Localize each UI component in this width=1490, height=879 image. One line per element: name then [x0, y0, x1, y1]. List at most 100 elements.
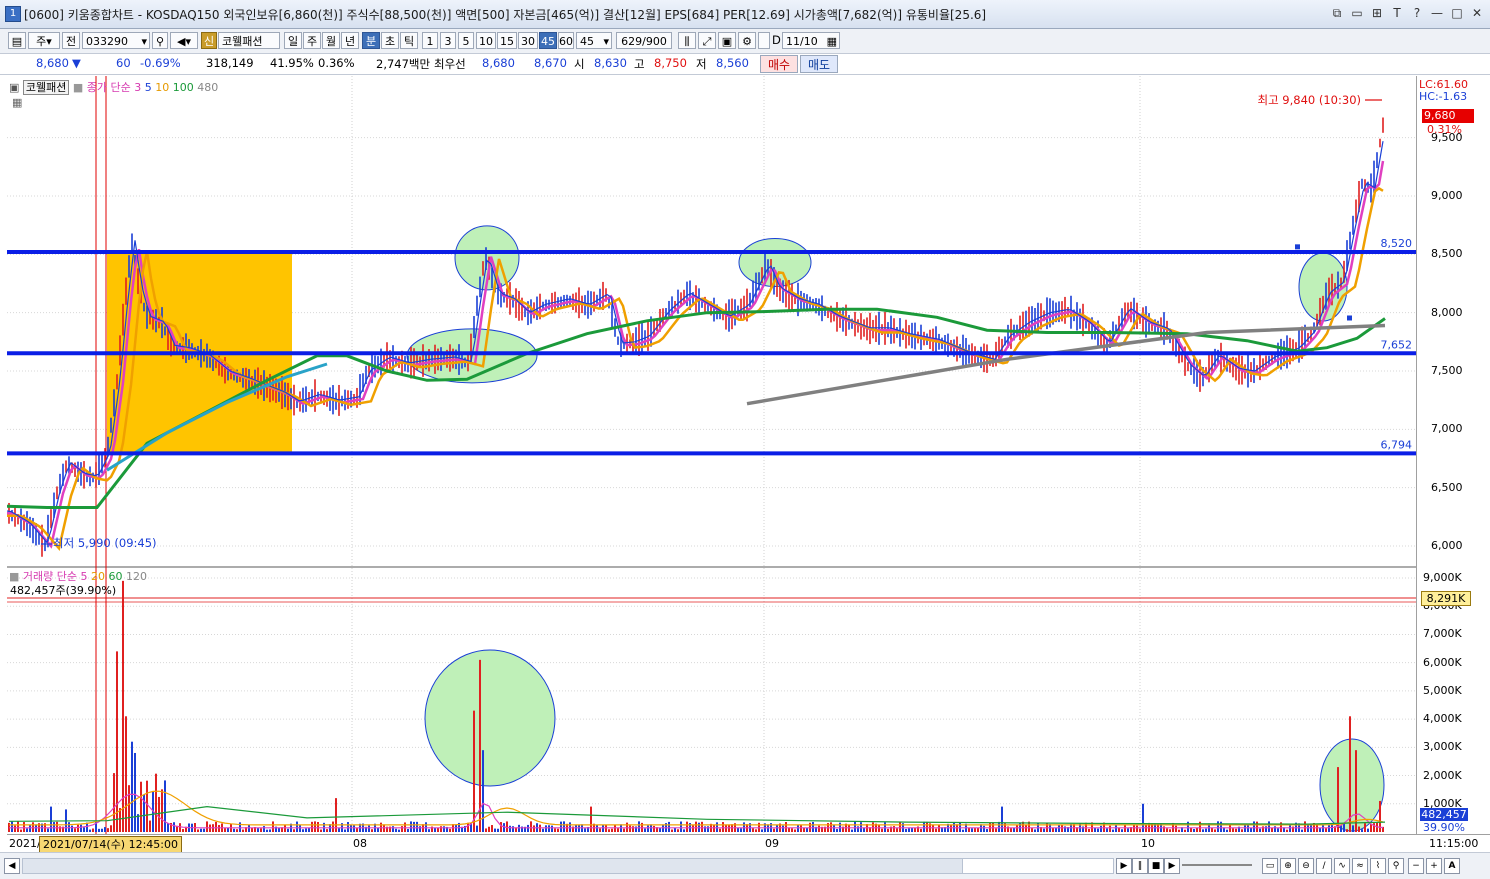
sell-button[interactable]: 매도 — [800, 55, 838, 73]
tab-month[interactable]: 월 — [322, 32, 340, 49]
bar-count-field[interactable]: 629/900 — [616, 32, 672, 49]
stock-tag[interactable]: 코웰패션 — [22, 80, 70, 95]
stock-name-field[interactable]: 코웰패션 — [218, 32, 280, 49]
price-tick-label: 6,500 — [1431, 480, 1463, 494]
wave-icon[interactable]: ≈ — [1352, 858, 1368, 874]
close-button[interactable]: ✕ — [1470, 5, 1484, 21]
interval-5[interactable]: 5 — [458, 32, 474, 49]
turnover-rate: 0.36% — [318, 56, 355, 70]
buy-button[interactable]: 매수 — [760, 55, 798, 73]
volume-ref-tag: 8,291K — [1421, 591, 1471, 606]
draw-line-icon[interactable]: ∕ — [1316, 858, 1332, 874]
ma-period-5: 5 — [144, 81, 152, 94]
chart-canvas[interactable]: 8,520 7,652 6,794 최고 9,840 (10:30) 최저 5,990 … — [7, 76, 1416, 834]
curve-icon[interactable]: ∿ — [1334, 858, 1350, 874]
speed-slider[interactable] — [1182, 864, 1252, 866]
scroll-left-icon[interactable]: ◀ — [4, 858, 20, 874]
period-select[interactable]: 주▾ — [28, 32, 60, 49]
tab-minute[interactable]: 분 — [362, 32, 380, 49]
settings-gear-icon[interactable]: ⚙ — [738, 32, 756, 49]
interval-15[interactable]: 15 — [497, 32, 517, 49]
tab-day[interactable]: 일 — [284, 32, 302, 49]
font-icon[interactable]: A — [1444, 858, 1460, 874]
interval-30[interactable]: 30 — [518, 32, 538, 49]
volume-current-pct-tag: 39.90% — [1423, 821, 1465, 834]
month-label-08: 08 — [353, 837, 367, 850]
layout-icon[interactable]: ▤ — [8, 32, 26, 49]
highlight-ellipse — [1319, 738, 1385, 832]
zoom-in-icon[interactable]: ⊕ — [1280, 858, 1296, 874]
scroll-track[interactable] — [22, 858, 964, 874]
volume-tick-label: 7,000K — [1423, 627, 1462, 641]
magnifier-icon[interactable]: ⚲ — [1388, 858, 1404, 874]
window-controls: ⧉ ▭ ⊞ T ? — □ ✕ — [1330, 5, 1484, 21]
search-icon[interactable]: ⚲ — [152, 32, 168, 49]
best-ask: 8,680 — [482, 56, 515, 70]
minimize-button[interactable]: — — [1430, 5, 1444, 21]
ma-period-3: 3 — [134, 81, 142, 94]
tab-year[interactable]: 년 — [341, 32, 359, 49]
interval-45[interactable]: 45 — [539, 32, 557, 49]
chart-scrollbar[interactable]: ◀ ▶ ‖ ■ ▶ ▭ ⊕ ⊖ ∕ ∿ ≈ ⌇ ⚲ − + A — [0, 852, 1490, 879]
tab-tick[interactable]: 틱 — [400, 32, 418, 49]
prev-button[interactable]: 전 — [62, 32, 80, 49]
scroll-thumb[interactable] — [962, 858, 1114, 874]
grid-icon[interactable]: ⊞ — [1370, 5, 1384, 21]
ma-period-100: 100 — [172, 81, 194, 94]
maximize-button[interactable]: □ — [1450, 5, 1464, 21]
window-index-icon: 1 — [5, 6, 21, 22]
font-larger-icon[interactable]: + — [1426, 858, 1442, 874]
date-field[interactable]: 11/10 ▦ — [782, 32, 840, 49]
tab-second[interactable]: 초 — [381, 32, 399, 49]
stop-icon[interactable]: ■ — [1148, 858, 1164, 874]
trade-amount: 2,747백만 — [376, 57, 431, 71]
zoom-out-icon[interactable]: ⊖ — [1298, 858, 1314, 874]
interval-select[interactable]: 45 ▾ — [576, 32, 612, 49]
volume-current-label: 482,457주(39.90%) — [10, 584, 117, 597]
chart-toolbar: ▤ 주▾ 전 033290 ▾ ⚲ ◀▾ 신 코웰패션 일 주 월 년 분 초 틱… — [0, 29, 1490, 54]
month-label-10: 10 — [1141, 837, 1155, 850]
axis-time-label: 11:15:00 — [1429, 837, 1479, 850]
low-annotation: 최저 5,990 (09:45) — [53, 536, 157, 550]
trend-tool-icon[interactable]: ⤢ — [698, 32, 716, 49]
interval-10[interactable]: 10 — [476, 32, 496, 49]
audio-icon[interactable]: ◀▾ — [170, 32, 198, 49]
candle-icon[interactable]: ⫼ — [678, 32, 696, 49]
current-price-tag: 9,680 — [1422, 109, 1474, 123]
window-title: [0600] 키움종합차트 - KOSDAQ150 외국인보유[6,860(천)… — [24, 8, 987, 22]
help-icon[interactable]: ? — [1410, 5, 1424, 21]
price-axis-panel: LC:61.60 HC:-1.63 9,680 0.31% 9,500 9,000… — [1416, 76, 1490, 834]
quote-bar: 8,680 ▼ 60 -0.69% 318,149 41.95% 0.36% 2… — [0, 54, 1490, 75]
interval-3[interactable]: 3 — [440, 32, 456, 49]
price-tick-label: 7,000 — [1431, 422, 1463, 436]
interval-1[interactable]: 1 — [422, 32, 438, 49]
volume-value: 318,149 — [206, 56, 254, 70]
zoom-reset-icon[interactable]: ▭ — [1262, 858, 1278, 874]
ma-legend-label: 종가 단순 — [86, 81, 131, 94]
date-checkbox[interactable] — [758, 32, 770, 49]
interval-60[interactable]: 60 — [558, 32, 574, 49]
date-axis: 2021/ 2021/07/14(수) 12:45:00 08 09 10 11… — [7, 834, 1490, 853]
collapse-icon[interactable]: ▣ — [9, 81, 19, 94]
low-price: 8,560 — [716, 56, 749, 70]
font-smaller-icon[interactable]: − — [1408, 858, 1424, 874]
step-icon[interactable]: ▶ — [1164, 858, 1180, 874]
volume-current-tag: 482,457 — [1420, 808, 1468, 821]
volume-tick-label: 6,000K — [1423, 655, 1462, 669]
support-line-label: 7,652 — [1381, 338, 1413, 351]
play-icon[interactable]: ▶ — [1116, 858, 1132, 874]
low-label: 저 — [696, 57, 707, 71]
title-bar: 1 [0600] 키움종합차트 - KOSDAQ150 외국인보유[6,860(… — [0, 0, 1490, 29]
tab-week[interactable]: 주 — [303, 32, 321, 49]
month-label-09: 09 — [765, 837, 779, 850]
stock-code-input[interactable]: 033290 ▾ — [82, 32, 150, 49]
restore-layout-icon[interactable]: ▭ — [1350, 5, 1364, 21]
pattern-icon[interactable]: ⌇ — [1370, 858, 1386, 874]
table-icon[interactable]: ▦ — [12, 96, 22, 109]
text-icon[interactable]: T — [1390, 5, 1404, 21]
link-window-icon[interactable]: ⧉ — [1330, 5, 1344, 21]
save-icon[interactable]: ▣ — [718, 32, 736, 49]
ma-period-480: 480 — [197, 81, 219, 94]
pause-icon[interactable]: ‖ — [1132, 858, 1148, 874]
volume-tick-label: 9,000K — [1423, 571, 1462, 584]
